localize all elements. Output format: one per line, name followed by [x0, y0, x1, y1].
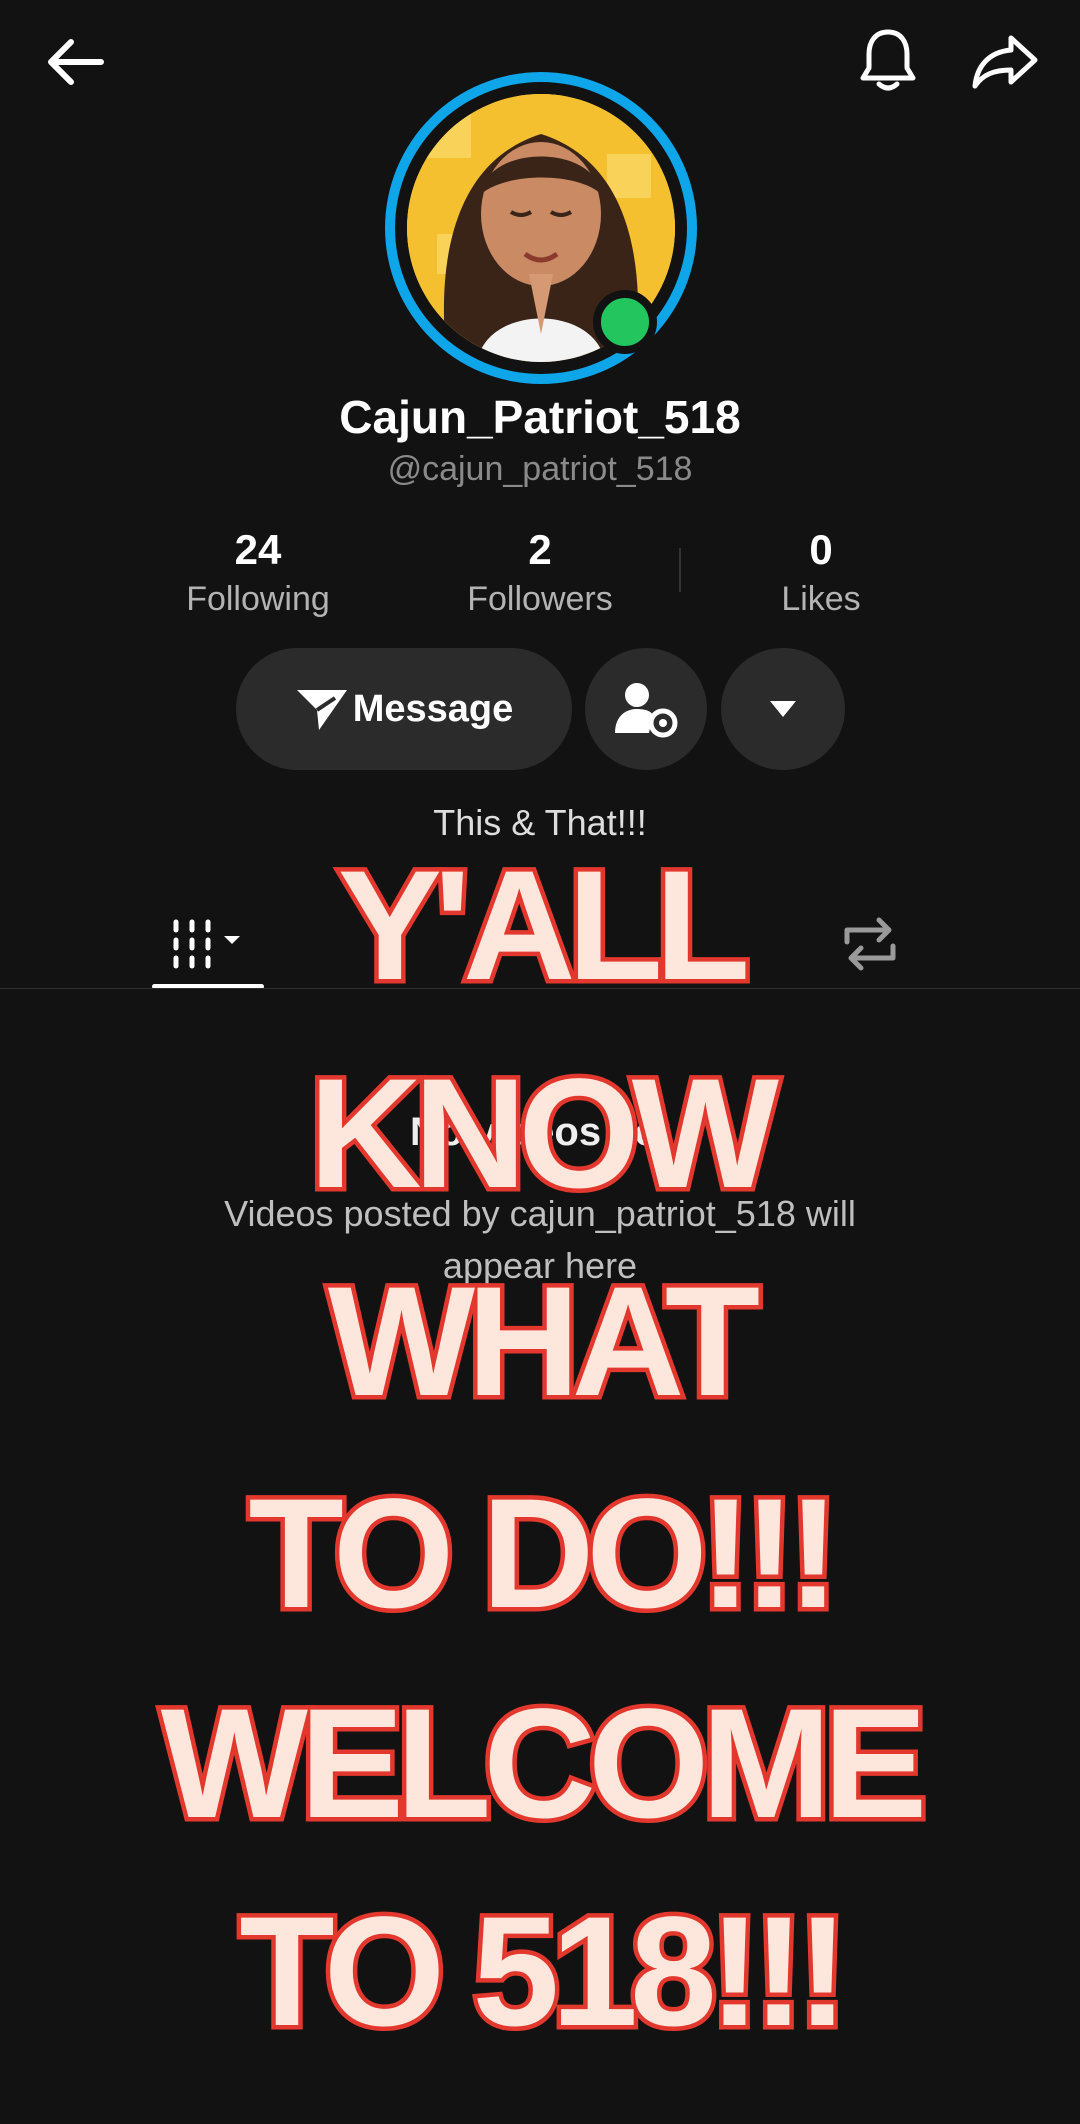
caption-line-6: TO 518!!!: [235, 1885, 853, 2059]
caption-line-4: TO DO!!!: [244, 1467, 844, 1641]
followers-label: Followers: [467, 580, 613, 618]
avatar[interactable]: [385, 72, 697, 384]
following-label: Following: [186, 580, 330, 618]
person-gear-icon: [615, 683, 678, 738]
notification-bell-button[interactable]: [843, 20, 933, 100]
share-arrow-icon: [972, 35, 1038, 89]
stat-divider: [679, 548, 681, 592]
caption-line-5: WELCOME: [156, 1677, 932, 1851]
share-button[interactable]: [955, 22, 1055, 102]
caption-line-3: WHAT: [323, 1255, 764, 1429]
stat-followers[interactable]: 2 Followers: [420, 526, 660, 619]
stat-following[interactable]: 24 Following: [138, 526, 378, 619]
online-status-dot: [593, 290, 657, 354]
caret-down-icon: [770, 701, 796, 717]
send-icon: [296, 690, 347, 730]
caption-line-1: Y'ALL: [333, 839, 754, 1013]
friend-settings-button[interactable]: [585, 648, 707, 770]
back-button[interactable]: [30, 22, 120, 102]
username: @cajun_patriot_518: [387, 450, 693, 488]
followers-count: 2: [528, 526, 552, 573]
message-label: Message: [352, 687, 514, 730]
likes-label: Likes: [781, 580, 861, 618]
display-name: Cajun_Patriot_518: [339, 391, 741, 443]
caption-line-2: KNOW: [305, 1047, 784, 1221]
bio: This & That!!!: [433, 802, 647, 843]
arrow-left-icon: [48, 39, 104, 85]
more-options-dropdown[interactable]: [721, 648, 845, 770]
likes-count: 0: [809, 526, 833, 573]
following-count: 24: [234, 526, 282, 573]
bell-icon: [860, 29, 916, 91]
message-button[interactable]: Message: [236, 648, 572, 770]
stat-likes[interactable]: 0 Likes: [701, 526, 941, 619]
